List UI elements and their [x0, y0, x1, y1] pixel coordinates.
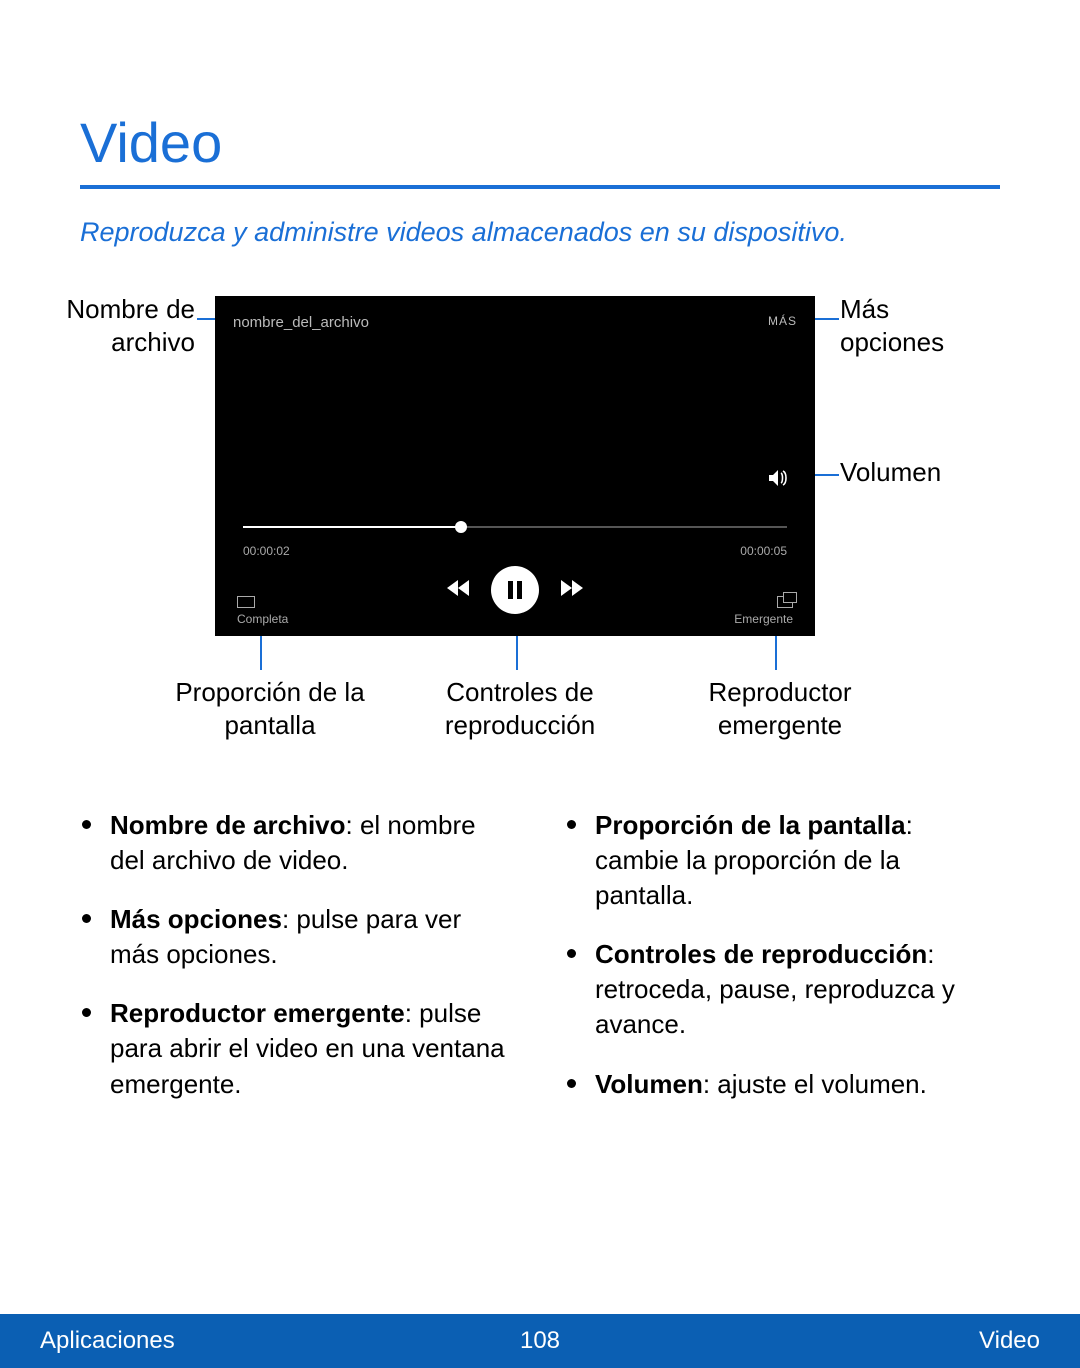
player-filename: nombre_del_archivo — [233, 314, 369, 331]
list-item: Controles de reproducción: retroceda, pa… — [595, 937, 1000, 1042]
more-button[interactable]: MÁS — [768, 314, 797, 331]
forward-button[interactable] — [559, 579, 583, 602]
popup-icon — [777, 596, 793, 608]
timeline-progress — [243, 526, 461, 528]
page-footer: Aplicaciones 108 Video — [0, 1314, 1080, 1368]
desc: : ajuste el volumen. — [703, 1069, 927, 1099]
description-columns: Nombre de archivo: el nombre del archivo… — [80, 808, 1000, 1126]
ratio-label: Completa — [237, 612, 288, 626]
callout-ratio: Proporción de la pantalla — [165, 676, 375, 741]
callout-filename: Nombre de archivo — [65, 293, 195, 358]
time-total: 00:00:05 — [740, 544, 787, 558]
time-labels: 00:00:02 00:00:05 — [243, 544, 787, 558]
callout-volume: Volumen — [840, 456, 990, 489]
rewind-button[interactable] — [447, 579, 471, 602]
column-left: Nombre de archivo: el nombre del archivo… — [80, 808, 515, 1126]
page-subtitle: Reproduzca y administre videos almacenad… — [80, 217, 1000, 248]
term: Controles de reproducción — [595, 939, 927, 969]
pause-button[interactable] — [491, 566, 539, 614]
player-top-bar: nombre_del_archivo MÁS — [233, 314, 797, 331]
list-item: Proporción de la pantalla: cambie la pro… — [595, 808, 1000, 913]
leader-line — [775, 630, 777, 670]
title-rule — [80, 185, 1000, 189]
screen-ratio-button[interactable]: Completa — [237, 596, 288, 626]
pause-icon — [508, 581, 522, 599]
timeline[interactable] — [243, 526, 787, 528]
term: Volumen — [595, 1069, 703, 1099]
list-item: Nombre de archivo: el nombre del archivo… — [110, 808, 515, 878]
popup-player-button[interactable]: Emergente — [734, 596, 793, 626]
leader-line — [260, 630, 262, 670]
callout-popup: Reproductor emergente — [680, 676, 880, 741]
term: Proporción de la pantalla — [595, 810, 906, 840]
volume-icon[interactable] — [767, 468, 789, 493]
footer-page-number: 108 — [0, 1327, 1080, 1355]
callout-controls: Controles de reproducción — [410, 676, 630, 741]
playback-controls — [215, 566, 815, 614]
list-item: Más opciones: pulse para ver más opcione… — [110, 902, 515, 972]
page-title: Video — [80, 110, 1000, 175]
time-elapsed: 00:00:02 — [243, 544, 290, 558]
term: Reproductor emergente — [110, 998, 405, 1028]
list-item: Reproductor emergente: pulse para abrir … — [110, 996, 515, 1101]
diagram: Nombre de archivo Más opciones Volumen P… — [80, 288, 1000, 778]
column-right: Proporción de la pantalla: cambie la pro… — [565, 808, 1000, 1126]
video-player: nombre_del_archivo MÁS 00:00:02 00:00:05 — [215, 296, 815, 636]
list-item: Volumen: ajuste el volumen. — [595, 1067, 1000, 1102]
term: Más opciones — [110, 904, 282, 934]
timeline-knob[interactable] — [455, 521, 467, 533]
popup-label: Emergente — [734, 612, 793, 626]
term: Nombre de archivo — [110, 810, 346, 840]
callout-more: Más opciones — [840, 293, 990, 358]
fullscreen-icon — [237, 596, 255, 608]
page: Video Reproduzca y administre videos alm… — [0, 0, 1080, 1368]
